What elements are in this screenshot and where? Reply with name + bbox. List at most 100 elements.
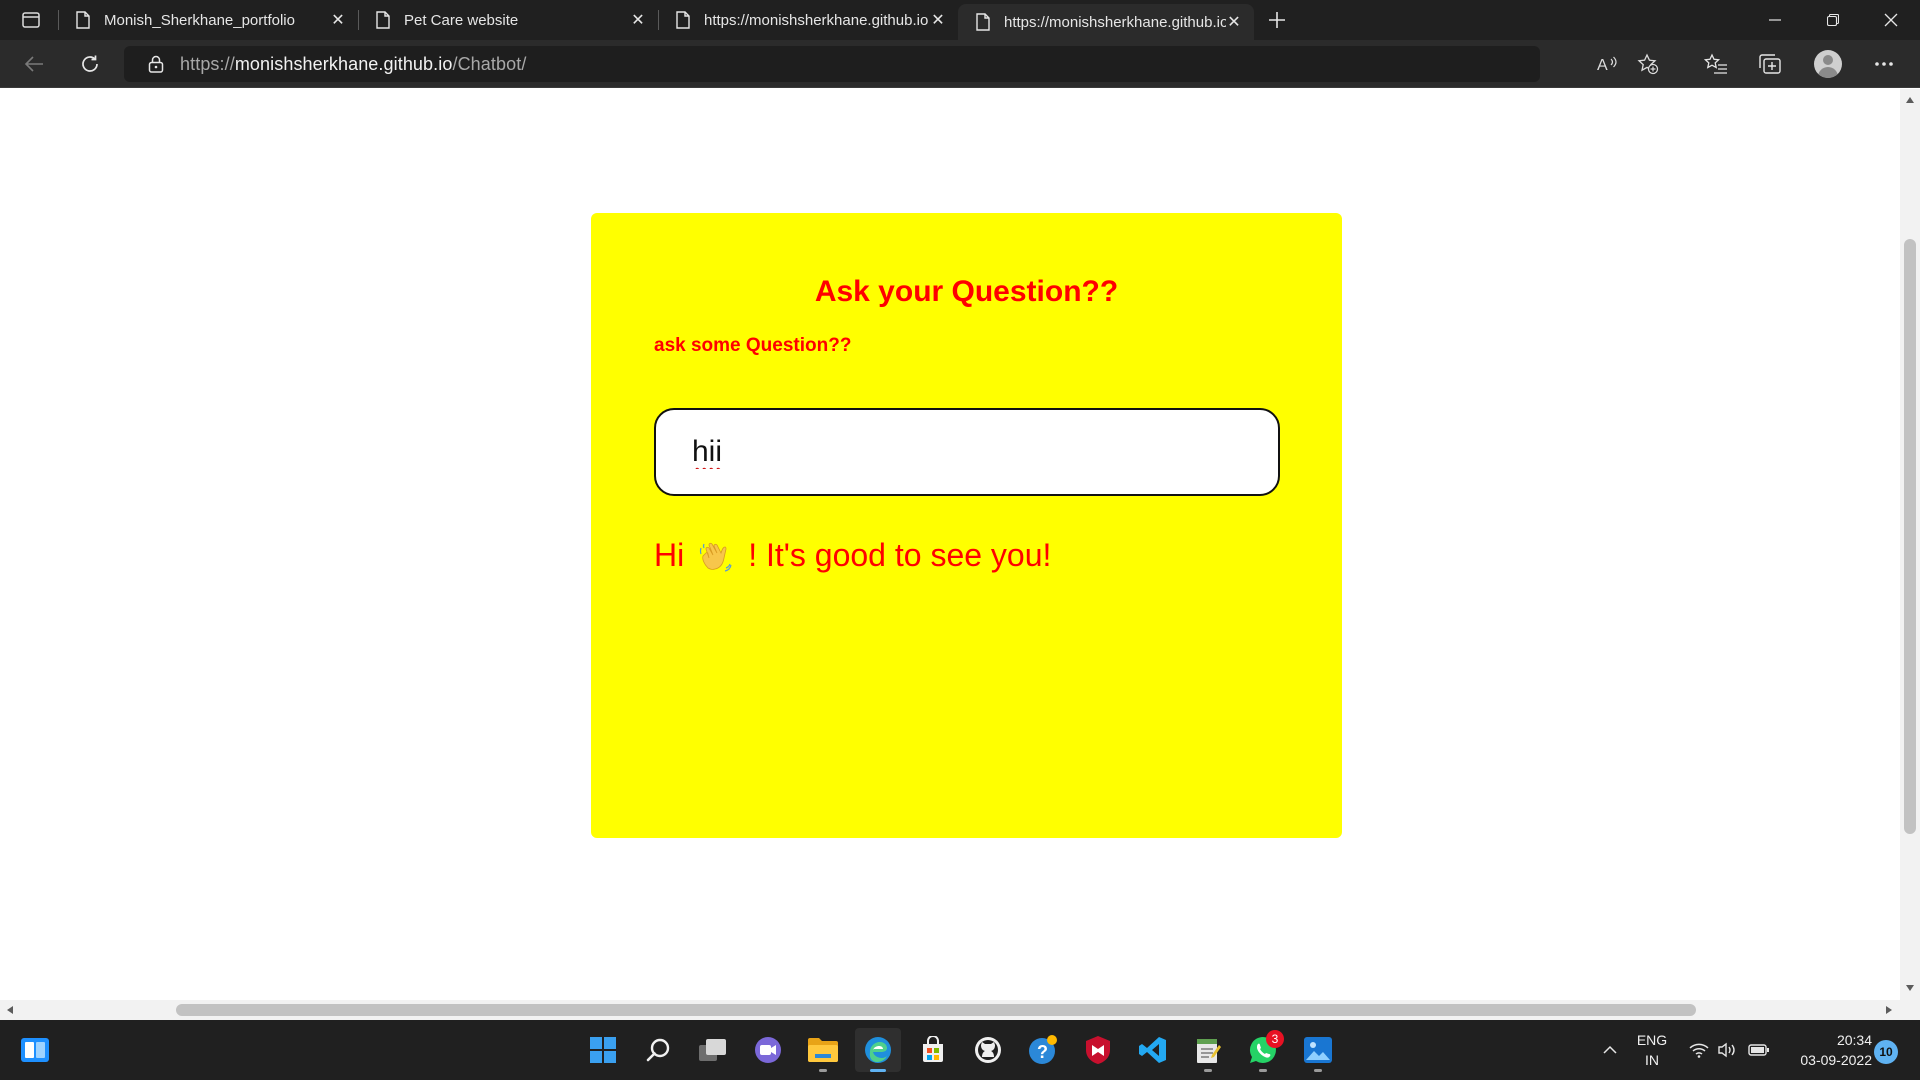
tab-title: Monish_Sherkhane_portfolio (104, 11, 295, 29)
browser-toolbar: https://monishsherkhane.github.io/Chatbo… (0, 40, 1920, 88)
volume-button[interactable] (1716, 1040, 1738, 1060)
notification-count-badge[interactable]: 10 (1874, 1040, 1898, 1064)
store-icon (923, 1036, 943, 1062)
whatsapp-badge: 3 (1266, 1030, 1284, 1048)
language-code: ENG (1636, 1032, 1668, 1048)
scroll-right-arrow-icon[interactable] (1886, 1006, 1892, 1014)
new-tab-button[interactable] (1262, 6, 1292, 34)
minimize-icon (1769, 19, 1781, 21)
read-aloud-button[interactable]: A (1588, 46, 1628, 82)
tab-actions-button[interactable] (8, 6, 54, 34)
running-indicator (870, 1069, 886, 1072)
lock-icon[interactable] (148, 55, 164, 73)
url-scheme: https:// (180, 53, 235, 74)
chat-subtitle: ask some Question?? (654, 335, 852, 356)
url-text: https://monishsherkhane.github.io/Chatbo… (180, 54, 526, 75)
running-indicator (1204, 1069, 1212, 1072)
whatsapp-button[interactable]: 3 (1240, 1028, 1286, 1072)
wifi-button[interactable] (1688, 1040, 1710, 1060)
horizontal-scroll-thumb[interactable] (176, 1004, 1696, 1016)
photos-button[interactable] (1295, 1028, 1341, 1072)
tab-portfolio[interactable]: Monish_Sherkhane_portfolio ✕ (58, 0, 358, 40)
settings-more-button[interactable] (1864, 48, 1904, 80)
scrollbar-corner (1900, 1000, 1920, 1020)
scroll-left-arrow-icon[interactable] (7, 1006, 13, 1014)
file-explorer-icon (808, 1038, 838, 1062)
read-aloud-icon: A (1597, 56, 1617, 73)
minimize-button[interactable] (1746, 0, 1804, 40)
restore-button[interactable] (1804, 0, 1862, 40)
vscode-icon (1139, 1037, 1166, 1063)
star-add-icon (1637, 53, 1659, 75)
collections-button[interactable] (1750, 48, 1790, 80)
scroll-down-arrow-icon[interactable] (1906, 985, 1914, 991)
vertical-scroll-thumb[interactable] (1904, 239, 1916, 834)
running-indicator (819, 1069, 827, 1072)
back-button[interactable] (17, 48, 51, 80)
start-button[interactable] (580, 1028, 626, 1072)
chevron-up-icon (1603, 1045, 1617, 1054)
tab-title: https://monishsherkhane.github.io (1004, 13, 1226, 31)
waving-hand-icon (700, 542, 732, 572)
notepad-button[interactable] (1185, 1028, 1231, 1072)
address-bar[interactable]: https://monishsherkhane.github.io/Chatbo… (124, 46, 1659, 82)
wifi-icon (1689, 1043, 1709, 1058)
vscode-button[interactable] (1130, 1028, 1176, 1072)
vertical-scrollbar[interactable] (1900, 89, 1920, 1000)
close-tab-icon[interactable]: ✕ (930, 12, 946, 29)
search-button[interactable] (635, 1028, 681, 1072)
close-tab-icon[interactable]: ✕ (630, 12, 646, 29)
teams-chat-button[interactable] (745, 1028, 791, 1072)
bot-reply: Hi ! It's good to see you! (654, 537, 1051, 574)
start-icon (590, 1037, 616, 1063)
refresh-button[interactable] (73, 48, 107, 80)
url-host: monishsherkhane.github.io (234, 53, 453, 74)
search-icon (646, 1038, 670, 1062)
restore-icon (1827, 14, 1839, 26)
task-view-button[interactable] (690, 1028, 736, 1072)
plus-icon (1269, 12, 1285, 28)
add-favorite-button[interactable] (1628, 46, 1668, 82)
windows-taskbar: ? 3 ENG IN 20:34 03-09-2022 10 (0, 1020, 1920, 1080)
running-indicator (1314, 1069, 1322, 1072)
github-desktop-button[interactable] (965, 1028, 1011, 1072)
mcafee-button[interactable] (1075, 1028, 1121, 1072)
clock-date: 03-09-2022 (1800, 1052, 1872, 1068)
tab-title: https://monishsherkhane.github.io (704, 11, 929, 29)
favorites-button[interactable] (1696, 48, 1736, 80)
edge-button[interactable] (855, 1028, 901, 1072)
tab-title: Pet Care website (404, 11, 519, 29)
help-icon: ? (1029, 1035, 1057, 1064)
close-tab-icon[interactable]: ✕ (330, 12, 346, 29)
tab-pet-care[interactable]: Pet Care website ✕ (358, 0, 658, 40)
language-indicator[interactable]: ENG IN (1632, 1030, 1672, 1070)
mcafee-icon (1086, 1036, 1110, 1064)
help-button[interactable]: ? (1020, 1028, 1066, 1072)
browser-tab-strip: Monish_Sherkhane_portfolio ✕ Pet Care we… (0, 0, 1920, 40)
horizontal-scrollbar[interactable] (0, 1000, 1900, 1020)
profile-avatar[interactable] (1814, 50, 1842, 78)
task-view-icon (699, 1039, 726, 1061)
close-window-button[interactable] (1862, 0, 1920, 40)
tab-chatbot-active[interactable]: https://monishsherkhane.github.io ✕ (958, 4, 1254, 40)
tab-actions-icon (22, 12, 40, 28)
file-explorer-button[interactable] (800, 1028, 846, 1072)
url-path: /Chatbot/ (452, 53, 527, 74)
favorites-icon (1704, 53, 1727, 74)
question-input[interactable] (654, 408, 1280, 496)
tab-github-page[interactable]: https://monishsherkhane.github.io ✕ (658, 0, 958, 40)
page-icon (976, 13, 990, 31)
taskbar-clock[interactable]: 20:34 03-09-2022 (1780, 1030, 1872, 1070)
battery-button[interactable] (1748, 1040, 1770, 1060)
page-icon (376, 11, 390, 29)
svg-text:?: ? (1037, 1042, 1048, 1062)
widgets-button[interactable] (12, 1028, 58, 1072)
show-hidden-icons-button[interactable] (1598, 1040, 1622, 1060)
region-code: IN (1645, 1052, 1659, 1068)
widgets-icon (21, 1038, 49, 1062)
store-button[interactable] (910, 1028, 956, 1072)
more-dots-icon (1875, 62, 1893, 66)
close-tab-icon[interactable]: ✕ (1226, 14, 1242, 31)
scroll-up-arrow-icon[interactable] (1906, 97, 1914, 103)
battery-icon (1748, 1044, 1769, 1056)
